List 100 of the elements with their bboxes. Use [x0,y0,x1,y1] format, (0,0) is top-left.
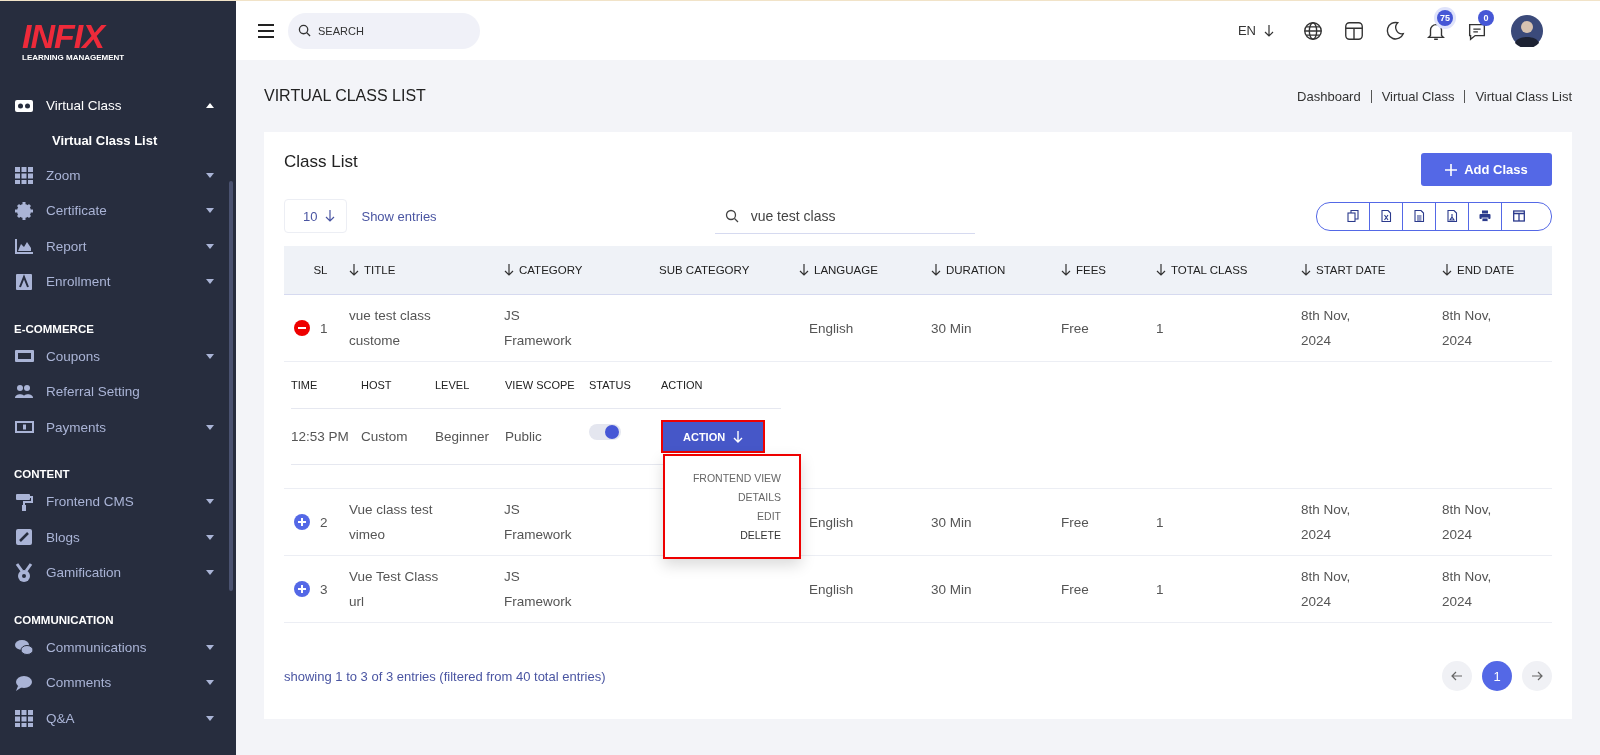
arrow-right-icon [1531,671,1543,681]
sidebar-item[interactable]: Comments [0,665,236,701]
table-cell-text: 8th Nov, 2024 [1442,501,1493,544]
avatar[interactable] [1511,14,1543,47]
breadcrumb-link[interactable]: Virtual Class List [1464,89,1572,103]
arrow-down-icon [733,430,744,443]
table-cell-text: 1 [1156,319,1165,338]
scrollbar[interactable] [229,181,233,591]
search-field[interactable]: SEARCH [288,12,480,49]
detail-cell-text: Beginner [435,429,491,444]
area-chart-icon [14,236,34,257]
column-header[interactable]: LANGUAGE [799,264,931,276]
table-cell-text: JS Framework [504,307,573,350]
table-cell-text: Vue Test Class url [349,568,440,611]
page-button[interactable]: 1 [1482,661,1512,691]
search-icon [724,209,739,223]
document-icon [14,271,34,292]
spreadsheet-icon [1380,210,1392,222]
detail-cell-text: Custom [361,429,409,444]
grid-icon [14,165,34,186]
status-toggle[interactable] [589,424,621,440]
table-cell: 1 [320,320,328,336]
table-cell-text: English [809,319,855,338]
sidebar-item[interactable]: Payments [0,409,236,445]
pencil-icon [14,527,34,548]
menu-item[interactable]: DETAILS [738,491,781,503]
sort-arrow-icon [931,264,941,276]
card-title: Class List [284,151,358,172]
logo-wordmark: INFIX [22,21,236,51]
column-header[interactable]: CATEGORY [504,264,659,276]
column-header[interactable]: TOTAL CLASS [1156,264,1301,276]
chat-bubbles-icon [14,637,34,658]
table-cell-text: 30 Min [931,513,973,532]
detail-header: STATUS [589,379,632,391]
sidebar-item[interactable]: Q&A [0,700,236,736]
columns-icon [1512,210,1525,222]
medal-icon [14,562,34,583]
message-count: 0 [1478,9,1494,26]
column-header[interactable]: END DATE [1442,264,1552,276]
column-header[interactable]: DURATION [931,264,1061,276]
table-cell-text: English [809,513,855,532]
sidebar-subitem[interactable]: Virtual Class List [0,123,236,158]
page-size-select[interactable]: 10 [284,199,348,233]
section-heading: COMMUNICATION [13,612,115,628]
column-header[interactable]: FEES [1061,264,1156,276]
sidebar-item[interactable]: Virtual Class [0,88,236,124]
sidebar-item[interactable]: Communications [0,629,236,665]
table-cell-text: JS Framework [504,501,573,544]
table-cell-text: 8th Nov, 2024 [1301,568,1352,611]
arrow-down-icon [1264,24,1274,37]
table-cell-text: 1 [1156,580,1165,599]
menu-item[interactable]: EDIT [757,510,781,522]
grid-icon [14,708,34,729]
menu-icon[interactable] [258,23,274,38]
add-class-button[interactable]: Add Class [1421,153,1552,186]
sort-arrow-icon [349,264,359,276]
arrow-down-icon [325,210,336,222]
menu-item[interactable]: DELETE [740,529,781,541]
column-header[interactable]: START DATE [1301,264,1442,276]
column-header[interactable]: SUB CATEGORY [659,264,799,276]
sidebar-item[interactable]: Report [0,228,236,264]
arrow-left-icon [1451,671,1463,681]
table-cell-text: Free [1061,580,1090,599]
expand-icon[interactable] [294,514,310,530]
sidebar-item[interactable]: Frontend CMS [0,484,236,520]
notification-count: 75 [1437,9,1453,26]
breadcrumb-link[interactable]: Dashboard [1287,89,1371,103]
detail-header: HOST [361,379,393,391]
detail-header: LEVEL [435,379,471,391]
sidebar-item[interactable]: Gamification [0,555,236,591]
page-title: VIRTUAL CLASS LIST [264,87,426,105]
plus-icon [1445,163,1458,176]
table-cell-text: English [809,580,855,599]
table-cell-text: 8th Nov, 2024 [1442,307,1493,350]
globe-icon[interactable] [1302,19,1324,42]
breadcrumb-link[interactable]: Virtual Class [1370,89,1465,103]
sidebar-item[interactable]: Coupons [0,338,236,374]
document-icon [1413,210,1425,222]
sidebar-item[interactable]: Blogs [0,519,236,555]
sidebar-item[interactable]: Certificate [0,193,236,229]
layout-icon[interactable] [1343,19,1365,42]
menu-item[interactable]: FRONTEND VIEW [692,472,781,484]
collapse-icon[interactable] [294,320,310,336]
column-header[interactable]: SL [284,264,349,276]
sidebar-item[interactable]: Enrollment [0,264,236,300]
moon-icon[interactable] [1384,19,1406,42]
language-selector[interactable]: EN [1237,23,1274,38]
action-button[interactable]: ACTION [661,420,766,453]
paint-roller-icon [14,491,34,512]
detail-header: VIEW SCOPE [505,379,576,391]
column-header[interactable]: TITLE [349,264,504,276]
seal-icon [14,200,34,221]
expand-icon[interactable] [294,581,310,597]
sort-arrow-icon [1442,264,1452,276]
detail-cell-text: Public [505,429,543,444]
detail-header: TIME [291,379,319,391]
table-cell-text: JS Framework [504,568,573,611]
sidebar-item[interactable]: Zoom [0,157,236,193]
sidebar-item[interactable]: Referral Setting [0,374,236,410]
table-cell-text: Free [1061,319,1090,338]
